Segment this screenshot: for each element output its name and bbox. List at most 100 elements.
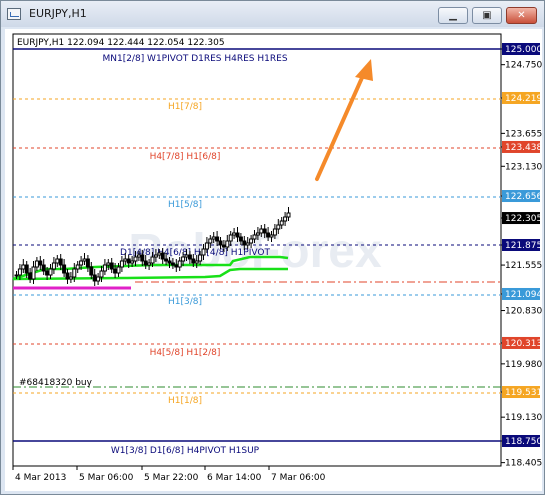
candle-body [14,274,19,277]
candle-body [286,212,291,218]
price-tick-label: 121.875 [505,241,542,251]
level-label-h1-7-8: H1[7/8] [168,102,202,112]
candle-body [55,258,60,264]
candle-body [79,260,84,266]
candle-body [41,264,46,272]
candle-body [150,256,155,264]
price-tick-label: 118.405 [505,459,542,469]
price-tick-label: 124.750 [505,61,542,71]
price-scale: 125.000 124.750 124.219 123.655 123.438 123.1… [501,43,542,469]
candle-body [191,258,196,264]
candle-body [99,270,104,278]
chart-header: EURJPY,H1 122.094 122.444 122.054 122.30… [17,38,225,48]
close-button[interactable]: ✕ [506,7,537,24]
chart-app-icon [7,8,21,20]
candle-body [123,258,128,262]
candle-body [82,258,87,262]
candle-body [204,242,209,250]
level-label-h4-5-8: H4[5/8] H1[2/8] [150,348,221,358]
candle-body [89,266,94,276]
level-label-h1-3-8: H1[3/8] [168,297,202,307]
candle-body [167,260,172,264]
candle-body [255,232,260,236]
candle-body [136,254,141,258]
price-tick-label: 120.830 [505,307,542,317]
candle-body [119,260,124,268]
time-scale: 4 Mar 2013 5 Mar 06:00 5 Mar 22:00 6 Mar 14… [12,466,326,483]
candle-body [269,234,274,238]
candle-body [68,276,73,280]
candle-body [92,274,97,282]
candle-body [232,232,237,236]
candle-body [38,260,43,266]
price-tick-label: 118.750 [505,437,542,447]
candle-body [153,254,158,258]
candle-body [242,240,247,246]
candle-body [177,260,182,268]
candle-body [130,260,135,264]
candle-body [221,244,226,248]
candle-body [225,240,230,248]
candle-body [160,252,165,260]
price-tick-label: 122.656 [505,192,542,202]
price-tick-label: 119.130 [505,413,542,423]
price-tick-label: 120.313 [505,339,542,349]
candle-body [109,262,114,270]
candle-body [283,216,288,222]
candle-body [194,260,199,264]
time-tick-label: 5 Mar 06:00 [79,473,134,483]
candle-body [249,238,254,244]
price-tick-label: 119.531 [505,388,542,398]
candle-body [252,234,257,240]
candle-body [72,268,77,278]
candle-body [58,258,63,266]
price-tick-label: 119.980 [505,360,542,370]
candle-body [140,254,145,262]
time-tick-label: 7 Mar 06:00 [271,473,326,483]
minimize-button[interactable]: ▁ [438,7,468,24]
price-tick-label: 122.305 [505,214,542,224]
candle-body [24,264,29,274]
candle-body [279,220,284,226]
price-tick-label: 123.438 [505,143,542,153]
candle-body [116,266,121,274]
candle-body [31,266,36,280]
price-tick-label: 121.094 [505,290,542,300]
candle-body [198,254,203,262]
candle-body [126,258,131,264]
candle-body [113,268,118,274]
candle-body [276,224,281,230]
candle-body [238,236,243,242]
price-tick-label: 125.000 [505,45,542,55]
candle-body [65,272,70,280]
title-bar[interactable]: EURJPY,H1 ▁ ▣ ✕ [1,1,544,27]
chart-canvas[interactable]: RoboForex MN1[2/8] W1PIVOT D1RES H4RES H… [5,29,542,491]
candle-body [259,228,264,234]
level-label-h4-7-8: H4[7/8] H1[6/8] [150,152,221,162]
candle-body [157,252,162,256]
order-label: #68418320 buy [19,378,93,388]
price-tick-label: 124.219 [505,94,542,104]
candle-body [102,264,107,272]
candle-body [28,272,33,280]
maximize-button[interactable]: ▣ [472,7,502,24]
chart-window: EURJPY,H1 ▁ ▣ ✕ RoboForex MN1[2/8] W1PIV… [0,0,545,495]
candle-body [51,262,56,270]
candle-body [45,270,50,276]
candle-body [184,254,189,258]
candle-body [106,262,111,266]
candle-body [164,258,169,262]
candle-body [245,242,250,246]
level-label-h1-5-8: H1[5/8] [168,200,202,210]
level-label-w1-3-8: W1[3/8] D1[6/8] H4PIVOT H1SUP [111,446,260,456]
candle-body [228,234,233,242]
candle-body [85,258,90,268]
candle-body [147,262,152,266]
candle-body [211,236,216,240]
candle-body [215,236,220,242]
price-tick-label: 123.655 [505,129,542,139]
candle-body [62,264,67,274]
candle-body [133,256,138,262]
window-title: EURJPY,H1 [29,7,87,20]
candle-body [262,228,267,234]
